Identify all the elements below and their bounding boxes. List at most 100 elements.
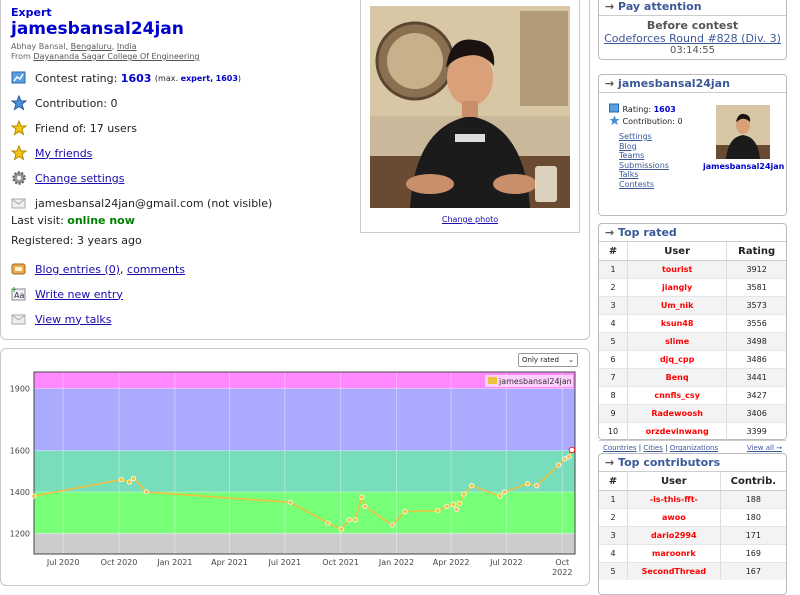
rank-cell: 5	[599, 332, 628, 351]
rating-point	[562, 456, 568, 462]
value-cell: 180	[720, 508, 786, 527]
write-new-entry-link[interactable]: Write new entry	[35, 288, 123, 301]
user-cell[interactable]: Benq	[627, 368, 728, 387]
contests-link[interactable]: Contests	[619, 180, 669, 190]
user-info-box: Expert jamesbansal24jan Abhay Bansal, Be…	[0, 0, 590, 340]
country-link[interactable]: India	[117, 42, 137, 51]
x-tick-label: Jan 2022	[378, 558, 414, 567]
user-cell[interactable]: SecondThread	[627, 562, 721, 580]
view-talks-link[interactable]: View my talks	[35, 313, 112, 326]
change-settings-row: Change settings	[11, 170, 124, 186]
email-address: jamesbansal24jan@gmail.com	[35, 196, 204, 210]
rank-cell: 2	[599, 508, 628, 527]
table-row: 1 tourist 3912	[599, 260, 786, 279]
top-rated-table: # User Rating 1 tourist 3912 2 jiangly 3581 3 U…	[599, 242, 786, 440]
city-link[interactable]: Bengaluru	[71, 42, 112, 51]
gear-icon	[11, 170, 27, 186]
top-contributors-box: → Top contributors # User Contrib. 1 -is-…	[598, 453, 787, 595]
x-tick-label: Oct 2020	[101, 558, 138, 567]
table-row: 3 Um_nik 3573	[599, 296, 786, 315]
value-cell: 3556	[726, 314, 786, 333]
star-blue-icon	[11, 95, 27, 111]
user-cell[interactable]: -is-this-fft-	[627, 490, 721, 509]
rank-cell: 2	[599, 278, 628, 297]
user-cell[interactable]: orzdevinwang	[627, 422, 728, 440]
user-cell[interactable]: Radewoosh	[627, 404, 728, 423]
friend-count: 17 users	[89, 121, 137, 135]
rating-point	[143, 489, 149, 495]
user-cell[interactable]: slime	[627, 332, 728, 351]
user-handle: jamesbansal24jan	[11, 19, 184, 39]
talks-link[interactable]: Talks	[619, 170, 669, 180]
contribution-row: Contribution: 0	[11, 95, 118, 111]
rating-point	[453, 506, 460, 513]
x-tick-label: Apr 2021	[211, 558, 248, 567]
organizations-link[interactable]: Organizations	[670, 444, 718, 452]
rating-point	[346, 517, 352, 523]
rating-point	[325, 520, 331, 526]
teams-link[interactable]: Teams	[619, 151, 669, 161]
blog-link[interactable]: Blog	[619, 142, 669, 152]
col-user: User	[627, 242, 728, 261]
user-cell[interactable]: maroonrk	[627, 544, 721, 563]
countdown-timer: 03:14:55	[670, 45, 715, 56]
change-settings-link[interactable]: Change settings	[35, 172, 124, 185]
contest-rating-row: Contest rating: 1603 (max. expert, 1603)	[11, 70, 241, 86]
user-cell[interactable]: Um_nik	[627, 296, 728, 315]
user-cell[interactable]: ksun48	[627, 314, 728, 333]
profile-photo-frame: Change photo	[360, 0, 580, 233]
submissions-link[interactable]: Submissions	[619, 161, 669, 171]
registered-value: 3 years ago	[77, 234, 142, 247]
table-row: 3 dario2994 171	[599, 526, 786, 545]
col-rating: Rating	[726, 242, 786, 261]
pay-attention-title: → Pay attention	[599, 0, 786, 16]
cities-link[interactable]: Cities	[643, 444, 662, 452]
sidebar-user-title: → jamesbansal24jan	[599, 75, 786, 93]
y-tick-label: 1900	[10, 385, 30, 394]
user-cell[interactable]: jiangly	[627, 278, 728, 297]
value-cell: 3581	[726, 278, 786, 297]
sidebar-nav-links: Settings Blog Teams Submissions Talks Co…	[619, 132, 669, 189]
table-row: 8 cnnfls_csy 3427	[599, 386, 786, 405]
organization-link[interactable]: Dayananda Sagar College Of Engineering	[33, 52, 199, 61]
rank-cell: 8	[599, 386, 628, 405]
value-cell: 167	[720, 562, 786, 580]
rating-point	[338, 526, 344, 532]
table-row: 5 slime 3498	[599, 332, 786, 351]
sidebar-handle[interactable]: jamesbansal24jan	[703, 162, 784, 171]
user-cell[interactable]: tourist	[627, 260, 728, 279]
blog-entries-link[interactable]: Blog entries (0)	[35, 263, 120, 276]
value-cell: 169	[720, 544, 786, 563]
value-cell: 3912	[726, 260, 786, 279]
email-row: jamesbansal24jan@gmail.com (not visible)	[11, 195, 272, 211]
y-tick-label: 1400	[10, 488, 30, 497]
rating-point	[352, 517, 358, 523]
user-cell[interactable]: dario2994	[627, 526, 721, 545]
rating-point	[287, 499, 293, 505]
only-rated-value: Only rated	[522, 356, 559, 364]
user-cell[interactable]: djq_cpp	[627, 350, 728, 369]
rating-point	[525, 481, 531, 487]
rating-point	[435, 507, 441, 514]
blog-icon	[11, 261, 27, 277]
view-all-link[interactable]: View all →	[747, 444, 782, 452]
countries-link[interactable]: Countries	[603, 444, 637, 452]
rating-point	[568, 446, 576, 454]
my-friends-link[interactable]: My friends	[35, 147, 92, 160]
star-yellow-icon	[11, 120, 27, 136]
contest-link[interactable]: Codeforces Round #828 (Div. 3)	[604, 32, 781, 45]
talks-envelope-icon	[11, 311, 27, 327]
settings-link[interactable]: Settings	[619, 132, 669, 142]
user-location: Abhay Bansal, Bengaluru, India	[11, 42, 137, 51]
user-name: Abhay Bansal	[11, 42, 66, 51]
rank-cell: 7	[599, 368, 628, 387]
rating-point	[389, 522, 395, 528]
change-photo-link[interactable]: Change photo	[442, 215, 498, 224]
comments-link[interactable]: comments	[127, 263, 185, 276]
user-cell[interactable]: awoo	[627, 508, 721, 527]
rating-point	[450, 501, 457, 507]
friend-of-row: Friend of: 17 users	[11, 120, 137, 136]
rating-point	[126, 479, 132, 485]
user-cell[interactable]: cnnfls_csy	[627, 386, 728, 405]
top-contributors-title: → Top contributors	[599, 454, 786, 472]
